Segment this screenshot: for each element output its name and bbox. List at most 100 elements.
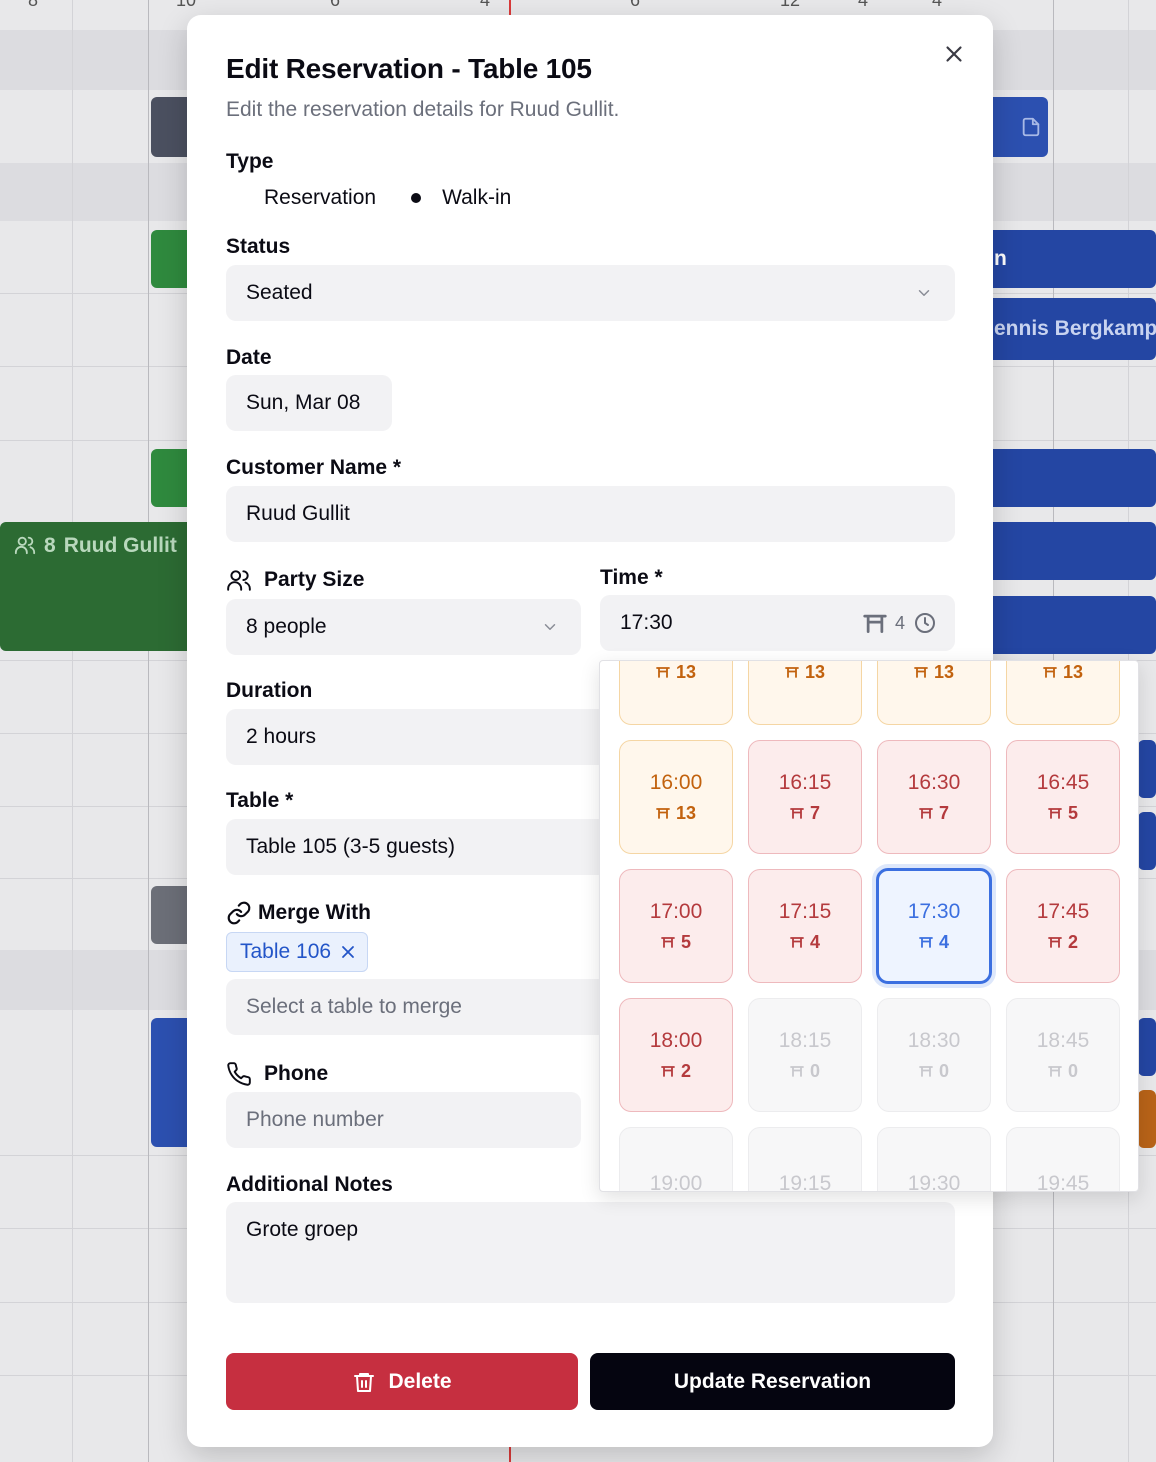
time-slot-time: 16:30 (907, 770, 961, 794)
time-slot-time: 17:30 (907, 899, 961, 923)
party-size-label: Party Size (226, 567, 364, 593)
table-icon (919, 808, 933, 819)
time-slot-table-count: 2 (1067, 931, 1078, 952)
phone-placeholder: Phone number (246, 1108, 384, 1131)
time-label: Time * (600, 566, 663, 589)
time-slot-availability: 0 (1048, 1061, 1078, 1082)
time-slot: 19:15 (748, 1127, 862, 1192)
time-slot-time: 19:30 (907, 1172, 961, 1192)
reservation-block[interactable] (1138, 740, 1156, 798)
time-slot: 19:45 (1006, 1127, 1120, 1191)
update-reservation-button[interactable]: Update Reservation (590, 1353, 955, 1410)
time-slot: 18:45 0 (1006, 998, 1120, 1112)
reservation-block-ruud-gullit[interactable]: 8 Ruud Gullit (0, 522, 200, 651)
table-icon (661, 937, 675, 948)
time-slot[interactable]: 13 (748, 661, 862, 725)
time-slot-availability: 5 (661, 932, 691, 953)
time-slot-time: 17:15 (778, 899, 832, 923)
close-button[interactable] (941, 41, 967, 67)
time-slot-table-count: 7 (938, 802, 949, 823)
time-slot-time: 18:45 (1036, 1028, 1090, 1052)
table-icon (790, 1066, 804, 1077)
status-select[interactable]: Seated (226, 265, 955, 321)
time-slot-table-count: 2 (680, 1060, 691, 1081)
phone-input[interactable]: Phone number (226, 1092, 581, 1148)
time-select[interactable]: 17:30 4 (600, 595, 955, 651)
update-label: Update Reservation (673, 1369, 872, 1393)
delete-label: Delete (388, 1369, 452, 1393)
time-slot[interactable]: 16:00 13 (619, 740, 733, 854)
party-size-value: 8 people (246, 615, 327, 638)
status-label: Status (226, 235, 291, 258)
party-size-select[interactable]: 8 people (226, 599, 581, 655)
time-slot-availability: 4 (919, 932, 949, 953)
phone-label-text: Phone (264, 1062, 329, 1085)
radio-circle-selected[interactable] (404, 186, 428, 210)
time-slot: 19:00 (619, 1127, 733, 1191)
time-slot[interactable]: 16:45 5 (1006, 740, 1120, 854)
merge-chip-label: Table 106 (240, 940, 332, 963)
time-slot-time: 18:00 (649, 1028, 703, 1052)
x-icon (946, 46, 962, 62)
table-icon (785, 667, 799, 678)
time-available-tables: 4 (894, 612, 905, 633)
time-slot-table-count: 13 (675, 661, 697, 682)
date-picker-button[interactable]: Sun, Mar 08 (226, 375, 392, 431)
time-slot-table-count: 0 (809, 1060, 820, 1081)
reservation-block[interactable] (1138, 812, 1156, 870)
block-party-size: 8 (44, 534, 56, 557)
time-slot[interactable]: 17:15 4 (748, 869, 862, 983)
time-slot[interactable]: 13 (877, 661, 991, 725)
duration-label: Duration (226, 679, 313, 702)
time-slot-availability: 0 (919, 1061, 949, 1082)
time-slot-availability: 13 (656, 662, 696, 683)
chevron-down-icon (918, 290, 930, 296)
time-slot-availability: 13 (914, 662, 954, 683)
time-slot[interactable]: 17:00 5 (619, 869, 733, 983)
reservation-block[interactable] (1138, 1018, 1156, 1076)
timeline-col (72, 0, 73, 1462)
time-slot[interactable]: 13 (1006, 661, 1120, 725)
delete-button[interactable]: Delete (226, 1353, 578, 1410)
time-slot-time: 18:15 (778, 1028, 832, 1052)
dialog-subtitle: Edit the reservation details for Ruud Gu… (226, 98, 620, 121)
table-icon (1043, 667, 1057, 678)
time-slot: 18:30 0 (877, 998, 991, 1112)
link-icon (227, 901, 251, 925)
time-slot[interactable]: 16:15 7 (748, 740, 862, 854)
radio-reservation-label: Reservation (264, 186, 377, 209)
time-slot-table-count: 0 (1067, 1060, 1078, 1081)
trash-icon (354, 1372, 375, 1392)
timeline-tick: 12 (780, 0, 801, 10)
time-slot-availability: 2 (661, 1061, 691, 1082)
clock-icon (915, 613, 935, 633)
time-slot-availability: 13 (1043, 662, 1083, 683)
radio-walk-in[interactable]: Walk-in (404, 186, 511, 210)
radio-reservation[interactable]: Reservation (226, 186, 376, 210)
time-slot[interactable]: 13 (619, 661, 733, 725)
time-slot-table-count: 4 (938, 931, 949, 952)
time-slot-table-count: 13 (933, 661, 955, 682)
time-slot-time: 19:15 (778, 1172, 832, 1192)
date-label: Date (226, 346, 272, 369)
time-slot-time: 17:00 (649, 899, 703, 923)
table-label: Table * (226, 789, 294, 812)
customer-name-value: Ruud Gullit (246, 502, 350, 525)
timeline-tick: 6 (330, 0, 341, 10)
table-value: Table 105 (3-5 guests) (246, 835, 455, 858)
remove-chip-icon[interactable] (341, 945, 355, 959)
time-slot[interactable]: 16:30 7 (877, 740, 991, 854)
timeline-tick: 8 (28, 0, 39, 10)
time-slot[interactable]: 17:45 2 (1006, 869, 1120, 983)
time-slot[interactable]: 18:00 2 (619, 998, 733, 1112)
radio-circle[interactable] (226, 186, 250, 210)
time-slot[interactable]: 17:30 4 (876, 868, 992, 984)
time-slot-availability: 0 (790, 1061, 820, 1082)
time-slot-availability: 7 (790, 803, 820, 824)
customer-name-input[interactable]: Ruud Gullit (226, 486, 955, 542)
type-label: Type (226, 150, 274, 173)
table-icon (1048, 808, 1062, 819)
reservation-block[interactable] (1138, 1090, 1156, 1148)
time-slot-table-count: 5 (1067, 802, 1078, 823)
notes-textarea[interactable]: Grote groep (226, 1202, 955, 1303)
